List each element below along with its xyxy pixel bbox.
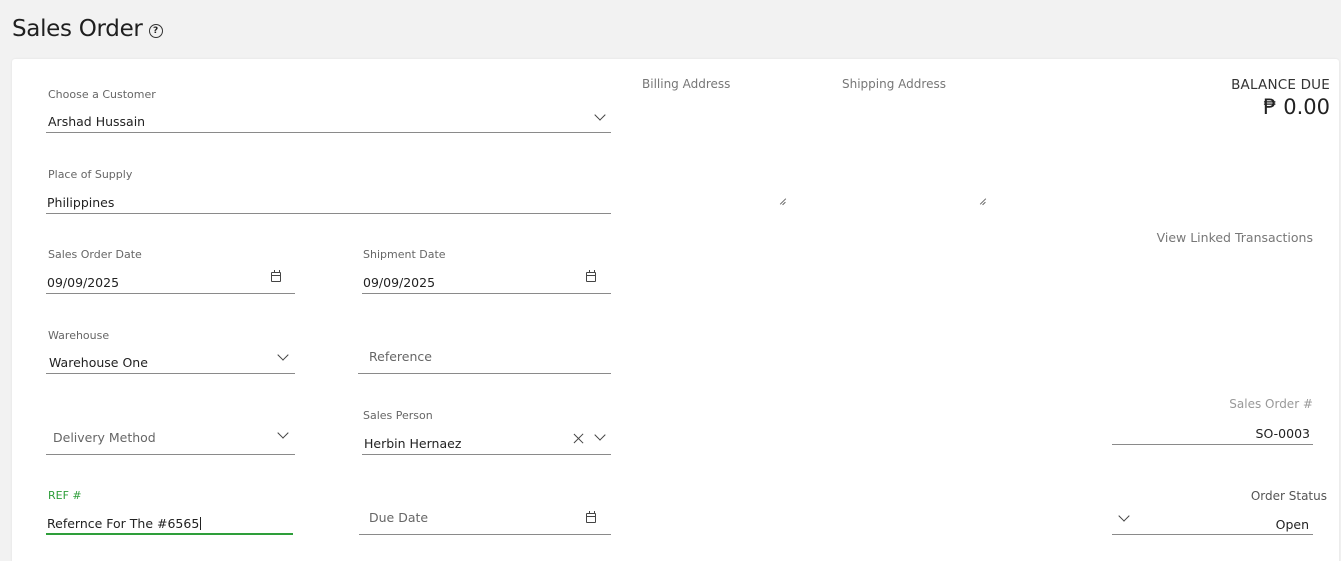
ref-number-text: Refernce For The #6565	[47, 516, 200, 531]
place-of-supply-value: Philippines	[47, 195, 115, 210]
calendar-icon[interactable]	[586, 511, 596, 523]
calendar-icon[interactable]	[586, 270, 596, 282]
chevron-down-icon[interactable]	[594, 109, 606, 121]
shipment-date-value: 09/09/2025	[363, 275, 436, 290]
close-icon[interactable]	[573, 433, 584, 444]
sales-order-date-value: 09/09/2025	[47, 275, 120, 290]
sales-order-date-label: Sales Order Date	[48, 248, 142, 261]
sales-person-label: Sales Person	[363, 409, 433, 422]
text-caret	[200, 517, 202, 530]
sales-order-date-field[interactable]: 09/09/2025	[46, 268, 295, 294]
warehouse-select[interactable]: Warehouse One	[46, 348, 295, 374]
customer-field[interactable]: Arshad Hussain	[46, 107, 611, 133]
view-linked-transactions-link[interactable]: View Linked Transactions	[1157, 230, 1313, 245]
sales-order-number-field[interactable]: SO-0003	[1112, 419, 1313, 445]
order-status-label: Order Status	[1250, 489, 1327, 503]
order-status-select[interactable]: Open	[1112, 509, 1313, 535]
balance-due-label: BALANCE DUE	[1231, 77, 1330, 93]
chevron-down-icon[interactable]	[1118, 510, 1130, 522]
balance-due-value: ₱ 0.00	[1263, 95, 1330, 119]
sales-order-number-label: Sales Order #	[1229, 397, 1313, 411]
order-status-value: Open	[1275, 517, 1309, 532]
warehouse-label: Warehouse	[48, 329, 110, 342]
place-of-supply-field[interactable]: Philippines	[46, 188, 611, 214]
sales-person-value: Herbin Hernaez	[364, 436, 462, 451]
sales-order-number-value: SO-0003	[1255, 426, 1310, 441]
resize-handle-icon[interactable]	[979, 198, 986, 205]
ref-number-input[interactable]: Refernce For The #6565	[46, 509, 293, 535]
delivery-method-select[interactable]: Delivery Method	[46, 423, 295, 455]
customer-value: Arshad Hussain	[48, 114, 146, 129]
calendar-icon[interactable]	[271, 270, 281, 282]
reference-input[interactable]: Reference	[358, 341, 611, 374]
warehouse-value: Warehouse One	[49, 355, 148, 370]
sales-person-select[interactable]: Herbin Hernaez	[362, 429, 611, 455]
reference-placeholder: Reference	[369, 349, 432, 364]
resize-handle-icon[interactable]	[779, 198, 786, 205]
due-date-input[interactable]: Due Date	[359, 501, 611, 535]
customer-label: Choose a Customer	[48, 88, 156, 101]
shipping-address-textarea[interactable]	[838, 95, 988, 207]
page-header: Sales Order ?	[12, 12, 163, 46]
billing-address-textarea[interactable]	[638, 95, 788, 207]
shipping-address-label: Shipping Address	[842, 77, 946, 91]
ref-number-value: Refernce For The #6565	[47, 516, 202, 531]
billing-address-label: Billing Address	[642, 77, 731, 91]
page-title: Sales Order	[12, 16, 143, 42]
delivery-method-placeholder: Delivery Method	[53, 430, 156, 445]
shipment-date-field[interactable]: 09/09/2025	[362, 268, 611, 294]
ref-number-label: REF #	[48, 489, 82, 502]
place-of-supply-label: Place of Supply	[48, 168, 133, 181]
sales-order-form: Choose a Customer Arshad Hussain Place o…	[12, 59, 1339, 561]
chevron-down-icon[interactable]	[277, 349, 289, 361]
help-icon[interactable]: ?	[148, 24, 163, 38]
due-date-placeholder: Due Date	[369, 510, 429, 525]
chevron-down-icon[interactable]	[277, 427, 289, 439]
chevron-down-icon[interactable]	[594, 429, 606, 441]
shipment-date-label: Shipment Date	[363, 248, 446, 261]
